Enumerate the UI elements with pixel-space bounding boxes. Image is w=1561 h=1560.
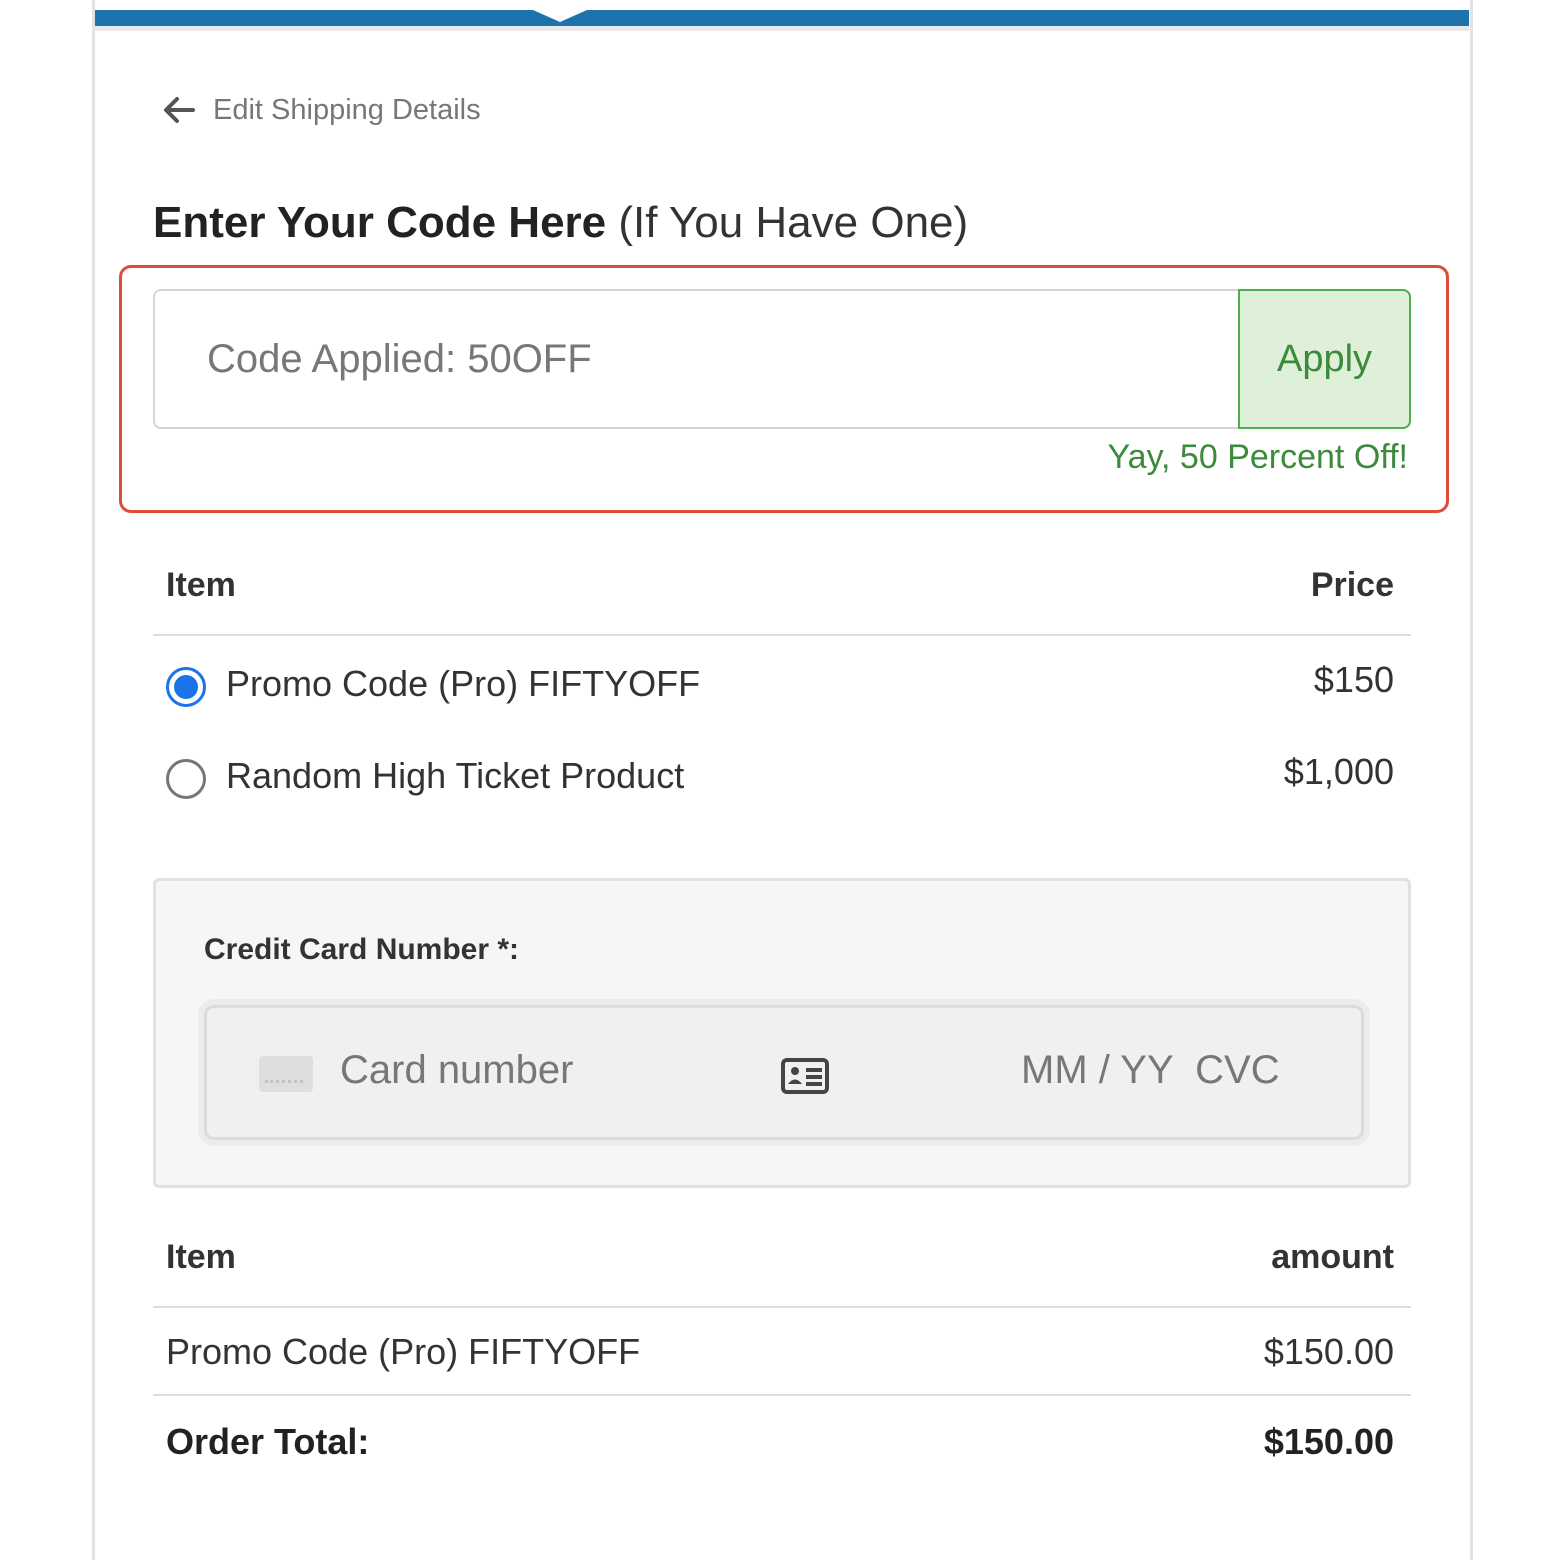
summary-header-amount: amount xyxy=(1271,1238,1394,1276)
product-radio-high-ticket[interactable] xyxy=(166,759,206,799)
payment-box: Credit Card Number *: Card number MM / Y… xyxy=(153,878,1411,1188)
summary-line-item: Promo Code (Pro) FIFTYOFF $150.00 xyxy=(153,1306,1411,1396)
coupon-title: Enter Your Code Here (If You Have One) xyxy=(153,198,968,248)
coupon-title-main: Enter Your Code Here xyxy=(153,198,607,247)
products-header-price: Price xyxy=(1310,566,1394,604)
apply-button[interactable]: Apply xyxy=(1238,289,1411,429)
order-total-amount: $150.00 xyxy=(1263,1421,1394,1462)
card-number-placeholder: Card number xyxy=(340,1048,574,1092)
product-name: Promo Code (Pro) FIFTYOFF xyxy=(226,663,701,704)
coupon-success-message: Yay, 50 Percent Off! xyxy=(1107,438,1409,476)
product-option-high-ticket[interactable]: Random High Ticket Product $1,000 xyxy=(153,751,1411,811)
order-total-label: Order Total: xyxy=(166,1421,370,1462)
credit-card-label: Credit Card Number *: xyxy=(204,933,520,966)
credit-card-input[interactable]: Card number MM / YY CVC xyxy=(204,1005,1364,1140)
product-price: $150 xyxy=(1313,659,1394,700)
product-option-promo[interactable]: Promo Code (Pro) FIFTYOFF $150 xyxy=(153,659,1411,719)
products-header-item: Item xyxy=(166,566,236,604)
contact-card-icon[interactable] xyxy=(781,1058,829,1099)
product-radio-promo[interactable] xyxy=(166,667,206,707)
expiry-cvc-placeholder: MM / YY CVC xyxy=(1021,1048,1280,1092)
arrow-left-icon xyxy=(163,96,195,124)
summary-item-amount: $150.00 xyxy=(1263,1331,1394,1372)
coupon-title-sub: (If You Have One) xyxy=(618,198,969,247)
order-total-row: Order Total: $150.00 xyxy=(153,1396,1411,1486)
edit-shipping-label: Edit Shipping Details xyxy=(213,93,481,126)
top-bar-shadow xyxy=(95,26,1469,31)
edit-shipping-link[interactable]: Edit Shipping Details xyxy=(163,88,481,132)
product-price: $1,000 xyxy=(1283,751,1394,792)
product-name: Random High Ticket Product xyxy=(226,755,685,796)
summary-table-header: Item amount xyxy=(153,1238,1411,1308)
top-progress-bar xyxy=(95,10,1469,26)
summary-item-name: Promo Code (Pro) FIFTYOFF xyxy=(166,1331,641,1372)
coupon-code-input[interactable]: Code Applied: 50OFF xyxy=(153,289,1243,429)
credit-card-icon xyxy=(259,1056,313,1092)
progress-notch xyxy=(533,10,587,22)
products-table-header: Item Price xyxy=(153,566,1411,636)
summary-header-item: Item xyxy=(166,1238,236,1276)
